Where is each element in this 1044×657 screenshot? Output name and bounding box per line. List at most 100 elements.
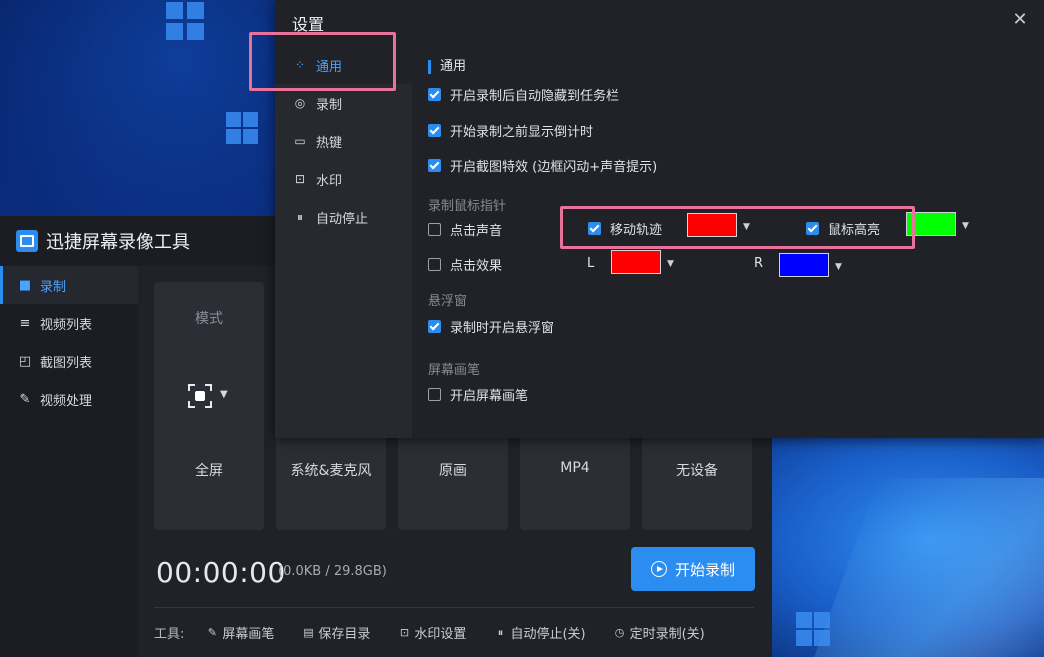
tool-timed-record[interactable]: ◷ 定时录制(关) [614,623,705,642]
option-screen-pen[interactable]: 开启屏幕画笔 [428,385,528,404]
start-recording-button[interactable]: 开始录制 [631,547,755,591]
checkbox[interactable] [428,388,441,401]
option-float-window[interactable]: 录制时开启悬浮窗 [428,317,554,336]
format-label: MP4 [560,460,590,476]
pen-icon: ✎ [207,625,217,639]
watermark-icon: ⊡ [294,172,306,186]
auto-stop-icon: ⏸ [296,209,303,224]
chevron-down-icon[interactable]: ▼ [220,389,228,400]
settings-nav-hotkey[interactable]: ▭ 热键 [275,122,412,160]
option-click-effect[interactable]: 点击效果 [428,255,502,274]
app-title: 迅捷屏幕录像工具 [46,232,190,253]
option-label: 开启屏幕画笔 [450,389,529,404]
app-logo-icon [16,230,38,252]
nav-label: 热键 [316,135,343,151]
mouse-highlight-color-swatch[interactable] [906,212,956,236]
settings-nav-general[interactable]: ⁘ 通用 [275,46,412,84]
checkbox[interactable] [428,258,441,271]
settings-dialog: 设置 ✕ ⁘ 通用 ◎ 录制 ▭ 热键 ⊡ 水印 ⏸ 自动停止 通用 开启录制后… [275,0,1044,438]
option-auto-hide[interactable]: 开启录制后自动隐藏到任务栏 [428,85,619,104]
section-title: 通用 [428,60,466,74]
tool-label: 屏幕画笔 [222,627,275,642]
option-label: 录制时开启悬浮窗 [450,321,555,336]
checkbox[interactable] [428,223,441,236]
checkbox[interactable] [428,88,441,101]
tool-auto-stop[interactable]: ⏸ 自动停止(关) [494,623,586,642]
nav-label: 自动停止 [316,211,369,227]
checkbox[interactable] [428,320,441,333]
tool-label: 保存目录 [318,627,371,642]
windows-logo-icon [166,2,204,40]
tool-screen-pen[interactable]: ✎ 屏幕画笔 [206,623,275,642]
windows-logo-icon [226,112,258,144]
sidebar-item-record[interactable]: ■ 录制 [0,266,138,304]
sidebar-item-screenshot-list[interactable]: ◰ 截图列表 [0,342,138,380]
left-click-label: L [587,256,595,271]
nav-label: 录制 [316,97,343,113]
sidebar-item-video-process[interactable]: ✎ 视频处理 [0,380,138,418]
move-track-color-swatch[interactable] [687,213,737,237]
close-icon[interactable]: ✕ [1010,10,1030,30]
option-label: 移动轨迹 [610,223,663,238]
sidebar-item-video-list[interactable]: ≡ 视频列表 [0,304,138,342]
start-recording-label: 开始录制 [674,560,735,579]
screenshot-list-icon: ◰ [18,353,32,369]
mode-label: 全屏 [195,463,223,479]
tools-bar: 工具: ✎ 屏幕画笔 ▤ 保存目录 ⊡ 水印设置 ⏸ 自动停止(关) ◷ 定时录… [154,607,754,657]
tool-watermark[interactable]: ⊡ 水印设置 [398,623,467,642]
option-label: 开启录制后自动隐藏到任务栏 [450,89,620,104]
chevron-down-icon[interactable]: ▼ [667,259,674,269]
option-label: 点击声音 [450,224,503,239]
windows-logo-icon [796,612,830,646]
nav-label: 水印 [316,173,343,189]
checkbox[interactable] [588,222,601,235]
camera-icon: ■ [18,277,32,293]
clock-icon: ◷ [614,625,625,639]
chevron-down-icon[interactable]: ▼ [962,221,969,231]
tool-save-dir[interactable]: ▤ 保存目录 [302,623,370,642]
cursor-group-title: 录制鼠标指针 [428,199,507,214]
recording-timer: 00:00:00 [156,556,286,589]
audio-label: 系统&麦克风 [290,463,372,479]
tool-label: 水印设置 [414,627,467,642]
chevron-down-icon[interactable]: ▼ [835,262,842,272]
camera-label: 无设备 [676,463,718,479]
watermark-icon: ⊡ [399,625,410,639]
option-label: 点击效果 [450,259,503,274]
mode-card[interactable]: 模式 ▼ 全屏 [154,282,264,530]
sidebar-item-label: 截图列表 [40,355,93,371]
video-process-icon: ✎ [19,391,31,407]
option-mouse-highlight[interactable]: 鼠标高亮 [806,219,880,238]
option-countdown[interactable]: 开始录制之前显示倒计时 [428,121,593,140]
float-group-title: 悬浮窗 [428,294,468,309]
right-click-color-swatch[interactable] [779,253,829,277]
sidebar-item-label: 视频处理 [40,393,93,409]
pen-group-title: 屏幕画笔 [428,363,481,378]
option-move-track[interactable]: 移动轨迹 [588,219,662,238]
option-label: 开始录制之前显示倒计时 [450,125,594,140]
tool-label: 自动停止(关) [510,627,586,642]
option-label: 鼠标高亮 [828,223,881,238]
chevron-down-icon[interactable]: ▼ [743,222,750,232]
checkbox[interactable] [806,222,819,235]
right-click-label: R [754,256,764,271]
option-click-sound[interactable]: 点击声音 [428,220,502,239]
settings-nav-watermark[interactable]: ⊡ 水印 [275,160,412,198]
sidebar-item-label: 录制 [40,279,67,295]
quality-label: 原画 [439,463,467,479]
file-icon: ▤ [303,625,314,639]
grid-icon: ⁘ [294,58,306,72]
checkbox[interactable] [428,159,441,172]
left-click-color-swatch[interactable] [611,250,661,274]
keyboard-icon: ▭ [294,134,306,148]
checkbox[interactable] [428,124,441,137]
settings-nav: ⁘ 通用 ◎ 录制 ▭ 热键 ⊡ 水印 ⏸ 自动停止 [275,46,412,438]
mode-title: 模式 [195,311,223,327]
play-icon [650,561,667,577]
settings-title: 设置 [292,15,325,34]
app-sidebar: ■ 录制 ≡ 视频列表 ◰ 截图列表 ✎ 视频处理 [0,266,138,657]
option-screenshot-effect[interactable]: 开启截图特效 (边框闪动+声音提示) [428,156,657,175]
tools-label: 工具: [154,627,185,642]
settings-nav-auto-stop[interactable]: ⏸ 自动停止 [275,198,412,236]
settings-nav-record[interactable]: ◎ 录制 [275,84,412,122]
